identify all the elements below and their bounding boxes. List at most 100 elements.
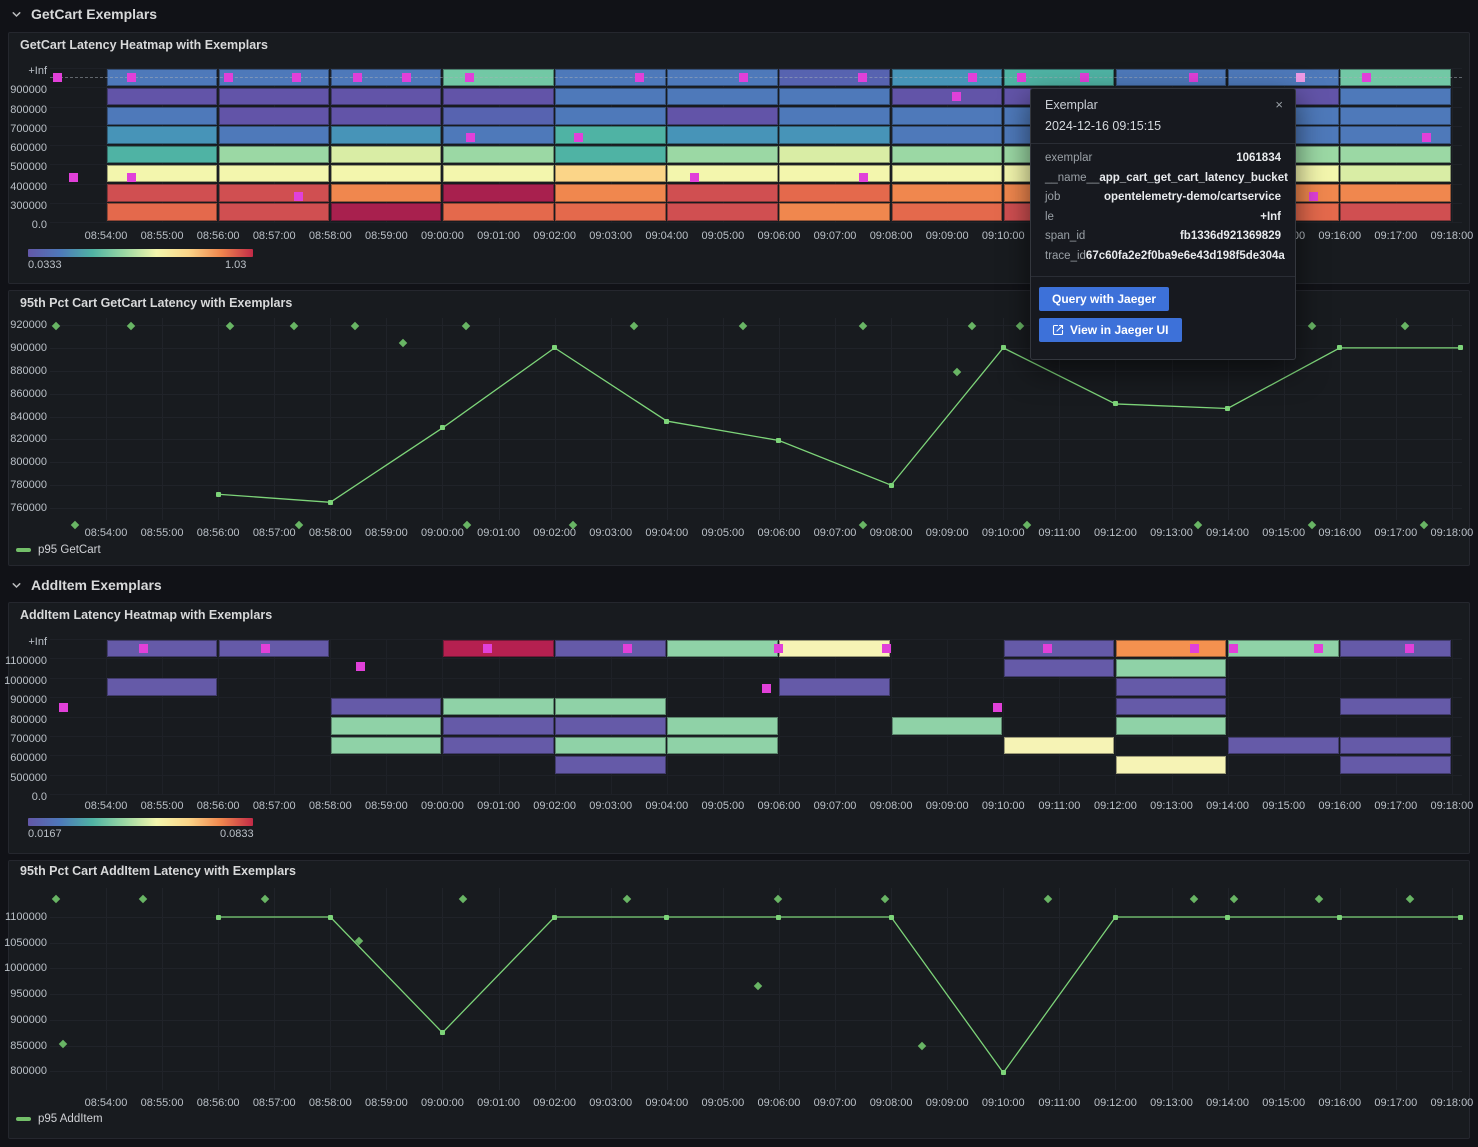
exemplar-marker[interactable] (635, 73, 644, 82)
heatmap-cell[interactable] (779, 184, 890, 202)
heatmap-cell[interactable] (892, 203, 1003, 221)
data-point[interactable] (328, 500, 333, 505)
heatmap-cell[interactable] (1340, 203, 1451, 221)
heatmap-cell[interactable] (892, 107, 1003, 125)
exemplar-marker[interactable] (1309, 192, 1318, 201)
heatmap-cell[interactable] (1004, 659, 1115, 677)
heatmap-cell[interactable] (1116, 640, 1227, 658)
exemplar-marker[interactable] (127, 73, 136, 82)
heatmap-cell[interactable] (443, 126, 554, 144)
data-point[interactable] (1458, 345, 1463, 350)
exemplar-marker[interactable] (858, 73, 867, 82)
heatmap-cell[interactable] (555, 756, 666, 774)
exemplar-marker[interactable] (993, 703, 1002, 712)
data-point[interactable] (1113, 915, 1118, 920)
chevron-down-icon[interactable] (10, 8, 23, 21)
heatmap-cell[interactable] (555, 107, 666, 125)
exemplar-marker[interactable] (1017, 73, 1026, 82)
heatmap-cell[interactable] (443, 88, 554, 106)
heatmap-cell[interactable] (667, 107, 778, 125)
heatmap-cell[interactable] (892, 184, 1003, 202)
heatmap-cell[interactable] (555, 203, 666, 221)
exemplar-marker[interactable] (292, 73, 301, 82)
heatmap-cell[interactable] (1116, 698, 1227, 716)
heatmap-cell[interactable] (1340, 165, 1451, 183)
heatmap-cell[interactable] (1340, 698, 1451, 716)
section-header-additem[interactable]: AddItem Exemplars (10, 577, 162, 593)
exemplar-marker[interactable] (127, 173, 136, 182)
exemplar-marker[interactable] (224, 73, 233, 82)
heatmap-cell[interactable] (779, 640, 890, 658)
heatmap-cell[interactable] (1116, 678, 1227, 696)
heatmap-cell[interactable] (779, 146, 890, 164)
exemplar-marker[interactable] (1362, 73, 1371, 82)
heatmap-cell[interactable] (892, 88, 1003, 106)
heatmap-cell[interactable] (667, 184, 778, 202)
data-point[interactable] (664, 419, 669, 424)
exemplar-marker[interactable] (1314, 644, 1323, 653)
exemplar-marker[interactable] (139, 644, 148, 653)
heatmap-cell[interactable] (779, 107, 890, 125)
heatmap-cell[interactable] (555, 717, 666, 735)
heatmap-cell[interactable] (1116, 756, 1227, 774)
heatmap-cell[interactable] (1340, 756, 1451, 774)
heatmap-cell[interactable] (555, 640, 666, 658)
data-point[interactable] (776, 438, 781, 443)
heatmap-cell[interactable] (667, 146, 778, 164)
heatmap-cell[interactable] (892, 717, 1003, 735)
heatmap-cell[interactable] (1340, 88, 1451, 106)
data-point[interactable] (1458, 915, 1463, 920)
heatmap-cell[interactable] (1340, 126, 1451, 144)
exemplar-marker[interactable] (1189, 73, 1198, 82)
data-point[interactable] (1225, 406, 1230, 411)
heatmap-cell[interactable] (1228, 737, 1339, 755)
exemplar-marker[interactable] (1043, 644, 1052, 653)
data-point[interactable] (889, 915, 894, 920)
heatmap-cell[interactable] (219, 640, 330, 658)
heatmap-cell[interactable] (219, 146, 330, 164)
query-with-jaeger-button[interactable]: Query with Jaeger (1039, 287, 1169, 311)
heatmap-cell[interactable] (1340, 640, 1451, 658)
heatmap-cell[interactable] (779, 88, 890, 106)
heatmap-cell[interactable] (1340, 184, 1451, 202)
heatmap-cell[interactable] (555, 88, 666, 106)
exemplar-marker[interactable] (882, 644, 891, 653)
heatmap-cell[interactable] (107, 146, 218, 164)
data-point[interactable] (440, 1030, 445, 1035)
heatmap-cell[interactable] (443, 107, 554, 125)
exemplar-marker[interactable] (623, 644, 632, 653)
data-point[interactable] (216, 915, 221, 920)
heatmap-cell[interactable] (667, 737, 778, 755)
heatmap-cell[interactable] (443, 165, 554, 183)
heatmap-cell[interactable] (779, 126, 890, 144)
heatmap-cell[interactable] (667, 203, 778, 221)
heatmap-cell[interactable] (219, 88, 330, 106)
heatmap-cell[interactable] (1340, 146, 1451, 164)
data-point[interactable] (440, 425, 445, 430)
exemplar-marker[interactable] (774, 644, 783, 653)
heatmap-cell[interactable] (779, 678, 890, 696)
heatmap-cell[interactable] (892, 126, 1003, 144)
heatmap-cell[interactable] (443, 698, 554, 716)
heatmap-cell[interactable] (107, 107, 218, 125)
exemplar-marker[interactable] (1190, 644, 1199, 653)
exemplar-marker[interactable] (739, 73, 748, 82)
heatmap-cell[interactable] (107, 88, 218, 106)
heatmap-cell[interactable] (443, 640, 554, 658)
data-point[interactable] (1337, 345, 1342, 350)
data-point[interactable] (1225, 915, 1230, 920)
heatmap-cell[interactable] (892, 146, 1003, 164)
exemplar-marker[interactable] (466, 133, 475, 142)
data-point[interactable] (1113, 401, 1118, 406)
heatmap-cell[interactable] (892, 165, 1003, 183)
data-point[interactable] (552, 345, 557, 350)
heatmap-cell[interactable] (779, 203, 890, 221)
heatmap-cell[interactable] (107, 203, 218, 221)
heatmap-cell[interactable] (443, 717, 554, 735)
heatmap-cell[interactable] (555, 146, 666, 164)
heatmap-cell[interactable] (443, 146, 554, 164)
exemplar-marker[interactable] (574, 133, 583, 142)
heatmap-cell[interactable] (1340, 737, 1451, 755)
heatmap-cell[interactable] (331, 165, 442, 183)
heatmap-cell[interactable] (331, 184, 442, 202)
